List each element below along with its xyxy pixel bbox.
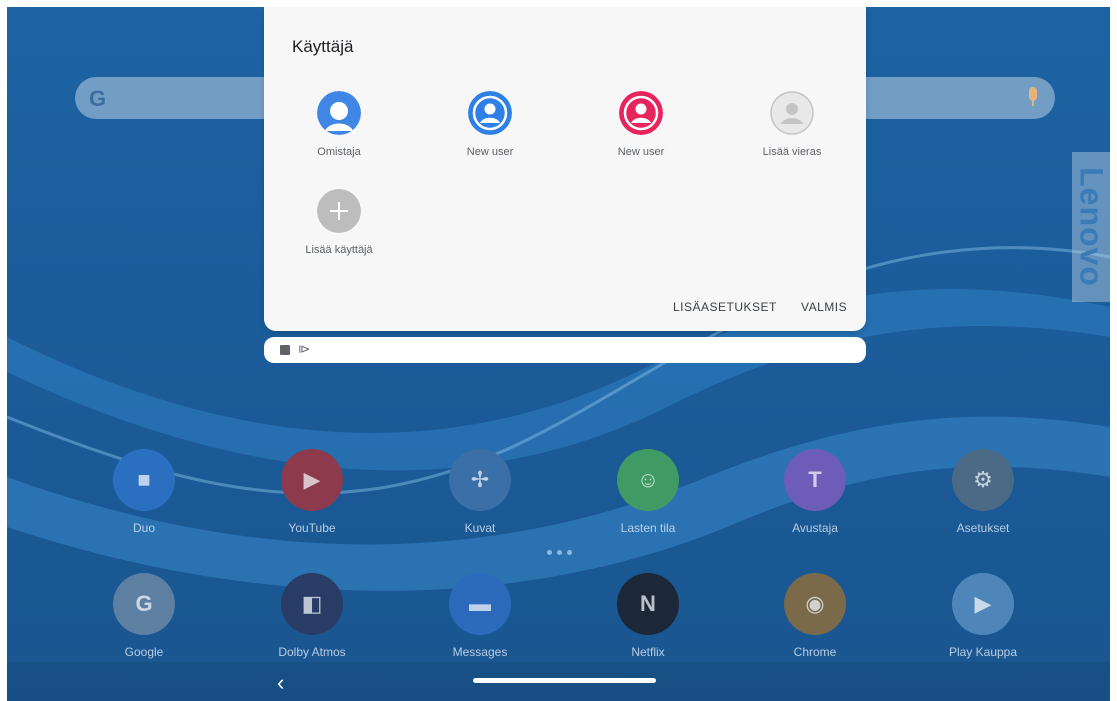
- navigation-bar: ‹: [7, 662, 1110, 701]
- tablet-screen: G Lenovo ■ Duo ▶ YouTube ✢ Kuvat ☺ Lasten tila T…: [7, 7, 1110, 701]
- app-avustaja[interactable]: T Avustaja: [740, 449, 890, 535]
- app-label: Duo: [132, 521, 155, 535]
- owner-avatar-icon: [317, 91, 361, 135]
- back-button[interactable]: ‹: [277, 670, 284, 696]
- play-notification-icon: ⧐: [298, 342, 310, 356]
- user-avatar-icon: [619, 91, 663, 135]
- user-owner[interactable]: Omistaja: [279, 91, 399, 158]
- page-indicator: [547, 550, 577, 556]
- more-settings-button[interactable]: LISÄASETUKSET: [673, 300, 777, 314]
- gear-icon: ⚙: [952, 449, 1014, 511]
- user-label: Lisää vieras: [762, 146, 822, 158]
- user-label: Omistaja: [317, 146, 361, 158]
- user-new-1[interactable]: New user: [430, 91, 550, 158]
- add-icon: [317, 189, 361, 233]
- guest-avatar-icon: [770, 91, 814, 135]
- message-icon: ▬: [449, 573, 511, 635]
- gallery-notification-icon: [280, 345, 290, 355]
- microphone-icon[interactable]: [1029, 87, 1037, 106]
- add-user-label: Lisää käyttäjä: [305, 244, 373, 256]
- app-google[interactable]: G Google: [69, 573, 219, 659]
- user-label: New user: [466, 146, 514, 158]
- lenovo-brand-tab: Lenovo: [1072, 152, 1110, 302]
- user-switcher-dialog: Käyttäjä Omistaja New user New user Lisä…: [264, 7, 866, 331]
- video-camera-icon: ■: [113, 449, 175, 511]
- brand-logo-text: Lenovo: [1073, 167, 1110, 287]
- netflix-icon: N: [617, 573, 679, 635]
- app-label: Dolby Atmos: [278, 645, 346, 659]
- user-avatar-icon: [468, 91, 512, 135]
- app-label: Netflix: [631, 645, 665, 659]
- app-dolby-atmos[interactable]: ◧ Dolby Atmos: [237, 573, 387, 659]
- notification-strip: ⧐: [264, 337, 866, 363]
- app-label: Lasten tila: [620, 521, 676, 535]
- app-youtube[interactable]: ▶ YouTube: [237, 449, 387, 535]
- add-user-button[interactable]: Lisää käyttäjä: [279, 189, 399, 256]
- app-label: Kuvat: [464, 521, 496, 535]
- play-store-icon: ▶: [952, 573, 1014, 635]
- dolby-icon: ◧: [281, 573, 343, 635]
- app-kuvat[interactable]: ✢ Kuvat: [405, 449, 555, 535]
- add-guest-button[interactable]: Lisää vieras: [732, 91, 852, 158]
- user-new-2[interactable]: New user: [581, 91, 701, 158]
- dialog-title: Käyttäjä: [292, 37, 354, 56]
- app-play-kauppa[interactable]: ▶ Play Kauppa: [908, 573, 1058, 659]
- chrome-icon: ◉: [784, 573, 846, 635]
- app-chrome[interactable]: ◉ Chrome: [740, 573, 890, 659]
- lightbulb-icon: T: [784, 449, 846, 511]
- app-label: YouTube: [288, 521, 336, 535]
- app-label: Messages: [452, 645, 508, 659]
- app-lasten-tila[interactable]: ☺ Lasten tila: [573, 449, 723, 535]
- home-gesture-bar[interactable]: [473, 678, 656, 683]
- google-g-icon: G: [89, 86, 107, 111]
- app-label: Play Kauppa: [948, 645, 1018, 659]
- app-netflix[interactable]: N Netflix: [573, 573, 723, 659]
- pinwheel-icon: ✢: [449, 449, 511, 511]
- youtube-play-icon: ▶: [281, 449, 343, 511]
- app-messages[interactable]: ▬ Messages: [405, 573, 555, 659]
- app-label: Google: [124, 645, 164, 659]
- user-label: New user: [617, 146, 665, 158]
- kids-face-icon: ☺: [617, 449, 679, 511]
- app-duo[interactable]: ■ Duo: [69, 449, 219, 535]
- app-label: Asetukset: [956, 521, 1010, 535]
- app-label: Chrome: [793, 645, 837, 659]
- google-folder-icon: G: [113, 573, 175, 635]
- app-label: Avustaja: [792, 521, 838, 535]
- done-button[interactable]: VALMIS: [801, 300, 847, 314]
- app-asetukset[interactable]: ⚙ Asetukset: [908, 449, 1058, 535]
